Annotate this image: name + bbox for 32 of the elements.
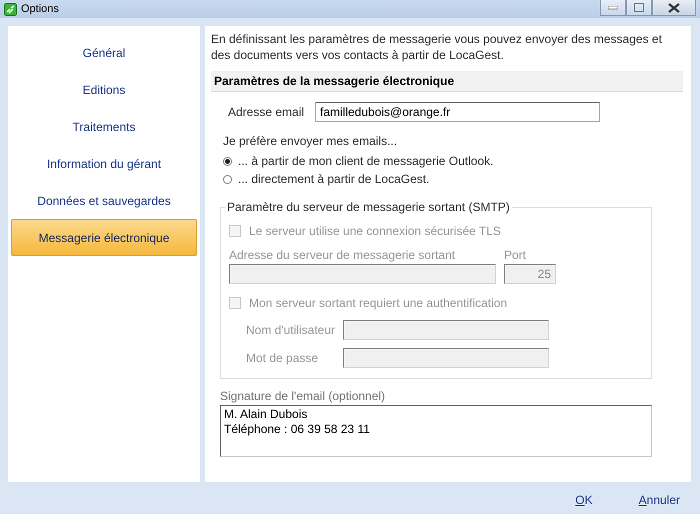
minimize-icon	[608, 6, 618, 10]
window-title: Options	[21, 2, 59, 17]
username-label: Nom d'utilisateur	[246, 322, 336, 339]
dialog-button[interactable]: Annuler	[638, 491, 680, 509]
dialog-button[interactable]: OK	[575, 491, 593, 509]
password-label: Mot de passe	[246, 350, 320, 367]
sidebar-item[interactable]: Messagerie électronique	[11, 219, 197, 256]
maximize-icon	[634, 3, 644, 12]
intro-text: En définissant les paramètres de messagerie vous pouvez envoyer des messages et des documents vers vos contacts à partir de LocaGest.	[211, 31, 663, 63]
group-title: Paramètre du serveur de messagerie sortant (SMTP)	[226, 199, 511, 216]
radio-label[interactable]: ... à partir de mon client de messagerie Outlook.	[238, 152, 494, 170]
sidebar-item[interactable]: Traitements	[11, 108, 197, 145]
signature-field[interactable]: M. Alain Dubois Téléphone : 06 39 58 23 11	[220, 405, 652, 457]
minimize-button[interactable]	[600, 0, 626, 16]
radio-button[interactable]	[223, 156, 232, 166]
radio-button[interactable]	[223, 174, 232, 184]
sidebar-item[interactable]: Information du gérant	[11, 145, 197, 182]
preference-label: Je préfère envoyer mes emails...	[223, 133, 398, 150]
sidebar-item[interactable]: Général	[11, 34, 197, 71]
email-field[interactable]: familledubois@orange.fr	[315, 102, 600, 122]
sidebar-item[interactable]: Données et sauvegardes	[11, 182, 197, 219]
section-title: Paramètres de la messagerie électronique	[211, 71, 683, 92]
email-label: Adresse email	[228, 104, 306, 121]
port-label: Port	[504, 247, 528, 264]
app-icon	[4, 2, 17, 16]
close-icon	[668, 2, 680, 12]
radio-label[interactable]: ... directement à partir de LocaGest.	[238, 170, 430, 188]
signature-label: Signature de l'email (optionnel)	[220, 388, 386, 405]
server-label: Adresse du serveur de messagerie sortant	[229, 247, 456, 264]
close-button[interactable]	[652, 0, 696, 16]
sidebar-item[interactable]: Editions	[11, 71, 197, 108]
maximize-button[interactable]	[626, 0, 652, 16]
